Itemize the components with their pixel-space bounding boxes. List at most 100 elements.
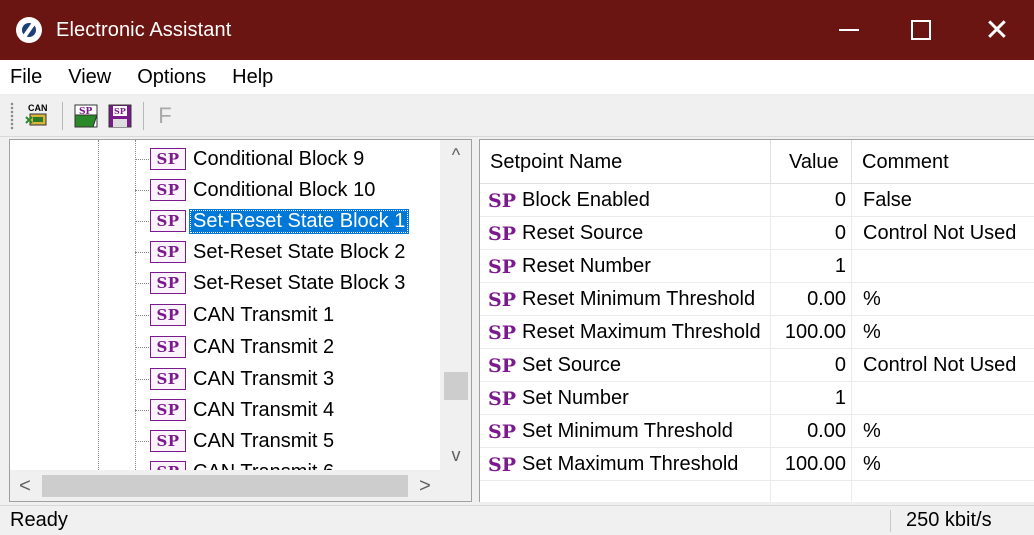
sp-open-button[interactable]: SP — [69, 99, 103, 133]
scroll-down-button[interactable]: v — [440, 440, 471, 470]
setpoint-name: Reset Source — [522, 222, 644, 244]
setpoint-name-cell: SP Reset Source — [488, 217, 643, 250]
minimize-icon — [839, 29, 859, 31]
tree-horizontal-scrollbar[interactable]: < > — [10, 470, 440, 501]
table-row[interactable]: SP Set Source 0 Control Not Used — [480, 349, 1034, 382]
toolbar: CAN SP SP F — [0, 95, 1034, 137]
sp-badge-icon: SP — [488, 420, 517, 443]
tree-connector — [135, 159, 149, 160]
setpoint-name-cell: SP Set Maximum Threshold — [488, 448, 738, 481]
sp-badge-icon: SP — [150, 179, 186, 201]
tree-item-can-transmit-5[interactable]: SP CAN Transmit 5 — [10, 426, 440, 456]
setpoint-comment: Control Not Used — [863, 222, 1017, 244]
setpoint-name: Reset Maximum Threshold — [522, 321, 761, 343]
column-header-setpoint-name[interactable]: Setpoint Name — [480, 140, 771, 184]
menu-options[interactable]: Options — [137, 66, 206, 89]
tree-item-conditional-block-10[interactable]: SP Conditional Block 10 — [10, 175, 440, 205]
scroll-left-button[interactable]: < — [10, 470, 40, 501]
f-button[interactable]: F — [150, 103, 180, 129]
setpoint-value[interactable]: 100.00 — [770, 316, 846, 349]
tree-item-set-reset-state-block-1[interactable]: SP Set-Reset State Block 1 — [10, 206, 440, 236]
setpoint-name-cell: SP Set Source — [488, 349, 621, 382]
sp-badge-icon: SP — [488, 354, 517, 377]
table-row[interactable]: SP Reset Minimum Threshold 0.00 % — [480, 283, 1034, 316]
scroll-right-button[interactable]: > — [410, 470, 440, 501]
menu-view[interactable]: View — [68, 66, 111, 89]
menu-file[interactable]: File — [10, 66, 42, 89]
toolbar-grip[interactable] — [10, 101, 14, 130]
setpoint-comment: % — [863, 321, 881, 343]
table-row[interactable]: SP Reset Number 1 — [480, 250, 1034, 283]
menu-help[interactable]: Help — [232, 66, 273, 89]
setpoint-name: Set Maximum Threshold — [522, 453, 739, 475]
sp-badge-icon: SP — [488, 321, 517, 344]
tree-item-label: CAN Transmit 1 — [193, 303, 335, 326]
setpoint-value[interactable]: 1 — [770, 250, 846, 283]
setpoint-value[interactable]: 100.00 — [770, 448, 846, 481]
scrollbar-corner — [440, 470, 471, 501]
setpoint-value[interactable]: 0 — [770, 349, 846, 382]
minimize-button[interactable] — [814, 0, 884, 60]
menu-bar: File View Options Help — [0, 60, 1034, 94]
tree-connector — [135, 315, 149, 316]
toolbar-separator — [143, 101, 144, 130]
setpoint-name-cell: SP Reset Minimum Threshold — [488, 283, 755, 316]
window-title: Electronic Assistant — [56, 18, 232, 41]
can-connect-icon: CAN — [25, 103, 48, 125]
table-row[interactable]: SP Reset Maximum Threshold 100.00 % — [480, 316, 1034, 349]
close-button[interactable]: ✕ — [962, 0, 1032, 60]
scroll-up-button[interactable]: ^ — [440, 140, 471, 170]
chevron-right-icon: > — [419, 474, 431, 497]
tree-item-conditional-block-9[interactable]: SP Conditional Block 9 — [10, 144, 440, 174]
tree-item-set-reset-state-block-3[interactable]: SP Set-Reset State Block 3 — [10, 268, 440, 298]
sp-badge-icon: SP — [150, 241, 186, 263]
table-row[interactable]: SP Set Maximum Threshold 100.00 % — [480, 448, 1034, 481]
setpoint-value[interactable]: 0 — [770, 217, 846, 250]
sp-open-icon: SP — [74, 104, 98, 127]
toolbar-separator — [62, 101, 63, 130]
setpoint-value[interactable]: 1 — [770, 382, 846, 415]
table-row[interactable]: SP Set Number 1 — [480, 382, 1034, 415]
sp-badge-icon: SP — [150, 210, 186, 232]
tree-item-can-transmit-1[interactable]: SP CAN Transmit 1 — [10, 300, 440, 330]
sp-badge-icon: SP — [488, 453, 517, 476]
can-icon-text: CAN — [28, 103, 48, 113]
vertical-scroll-thumb[interactable] — [444, 372, 468, 400]
column-header-comment[interactable]: Comment — [852, 140, 1034, 184]
sp-badge-icon: SP — [488, 189, 517, 212]
table-row[interactable]: SP Reset Source 0 Control Not Used — [480, 217, 1034, 250]
setpoint-name-cell: SP Reset Maximum Threshold — [488, 316, 761, 349]
tree-item-label: Set-Reset State Block 2 — [193, 240, 406, 263]
tree-item-can-transmit-2[interactable]: SP CAN Transmit 2 — [10, 332, 440, 362]
tree-item-can-transmit-3[interactable]: SP CAN Transmit 3 — [10, 364, 440, 394]
sp-badge-icon: SP — [150, 399, 186, 421]
setpoint-value[interactable]: 0 — [770, 184, 846, 217]
tree-item-can-transmit-4[interactable]: SP CAN Transmit 4 — [10, 395, 440, 425]
setpoint-comment: Control Not Used — [863, 354, 1017, 376]
table-row[interactable]: SP Block Enabled 0 False — [480, 184, 1034, 217]
sp-badge-icon: SP — [488, 288, 517, 311]
tree-item-label: Conditional Block 10 — [193, 178, 376, 201]
maximize-button[interactable] — [886, 0, 956, 60]
setpoint-name: Reset Number — [522, 255, 651, 277]
maximize-icon — [911, 20, 931, 40]
tree-connector — [135, 410, 149, 411]
column-header-value[interactable]: Value — [771, 140, 852, 184]
setpoint-comment: False — [863, 189, 912, 211]
tree-item-set-reset-state-block-2[interactable]: SP Set-Reset State Block 2 — [10, 237, 440, 267]
sp-badge-icon: SP — [488, 387, 517, 410]
sp-badge-icon: SP — [150, 304, 186, 326]
sp-badge-icon: SP — [150, 336, 186, 358]
setpoint-value[interactable]: 0.00 — [770, 415, 846, 448]
setpoint-tree[interactable]: SP Conditional Block 9 SP Conditional Bl… — [9, 139, 472, 502]
close-icon: ✕ — [984, 13, 1010, 47]
can-connect-button[interactable]: CAN — [22, 99, 56, 133]
sp-save-button[interactable]: SP — [103, 99, 137, 133]
table-row[interactable]: SP Set Minimum Threshold 0.00 % — [480, 415, 1034, 448]
setpoint-name-cell: SP Set Number — [488, 382, 629, 415]
tree-vertical-scrollbar[interactable]: ^ v — [440, 140, 471, 470]
horizontal-scroll-thumb[interactable] — [42, 475, 408, 497]
setpoint-value[interactable]: 0.00 — [770, 283, 846, 316]
setpoint-comment: % — [863, 453, 881, 475]
status-text: Ready — [10, 509, 68, 531]
